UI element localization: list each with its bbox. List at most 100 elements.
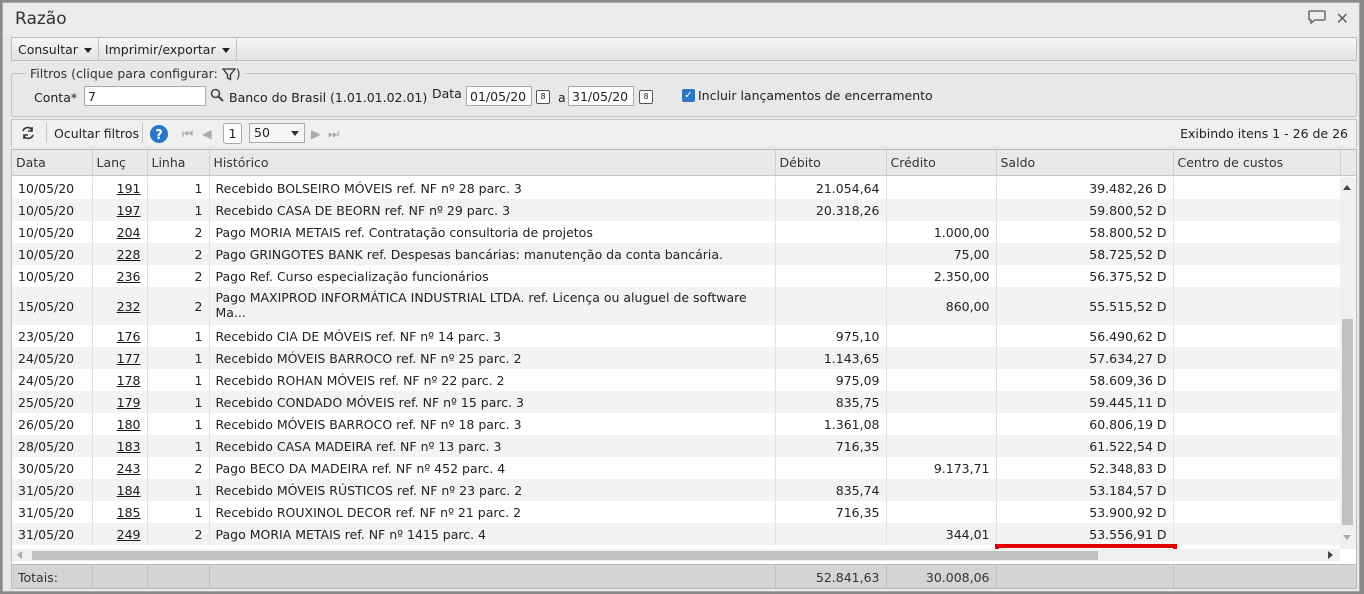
cell-lanc-link[interactable]: 176	[92, 325, 148, 347]
cell-data: 31/05/20	[12, 479, 93, 501]
page-number-input[interactable]: 1	[223, 123, 242, 144]
filter-icon[interactable]	[221, 68, 237, 81]
date-to-input[interactable]	[568, 86, 634, 106]
table-row[interactable]: 10/05/20 236 2 Pago Ref. Curso especializaç…	[12, 265, 1340, 287]
grid-body: 10/05/20 191 1 Recebido BOLSEIRO MÓVEIS ref…	[12, 177, 1340, 549]
page-size-select[interactable]: 50	[249, 123, 305, 143]
menu-imprimir-exportar[interactable]: Imprimir/exportar	[99, 38, 237, 60]
table-row[interactable]: 10/05/20 204 2 Pago MORIA METAIS ref. Contr…	[12, 221, 1340, 243]
table-row[interactable]: 31/05/20 249 2 Pago MORIA METAIS ref. NF nº…	[12, 523, 1340, 545]
calendar-icon[interactable]: 8	[536, 90, 550, 104]
column-header-credito[interactable]: Crédito	[886, 150, 997, 175]
cell-debito: 20.318,26	[775, 199, 887, 221]
cell-debito: 21.054,64	[775, 177, 887, 199]
cell-saldo: 53.556,91 D	[996, 523, 1174, 545]
conta-description: Banco do Brasil (1.01.01.02.01)	[229, 90, 428, 105]
totals-label: Totais:	[12, 565, 93, 588]
cell-debito: 835,74	[775, 479, 887, 501]
cell-lanc-link[interactable]: 177	[92, 347, 148, 369]
cell-historico: Recebido MÓVEIS RÚSTICOS ref. NF nº 23 p…	[209, 479, 776, 501]
table-row[interactable]: 31/05/20 185 1 Recebido ROUXINOL DECOR ref.…	[12, 501, 1340, 523]
menu-consultar[interactable]: Consultar	[12, 38, 99, 60]
conta-input[interactable]	[84, 86, 206, 106]
table-row[interactable]: 30/05/20 243 2 Pago BECO DA MADEIRA ref. NF…	[12, 457, 1340, 479]
cell-historico: Recebido CONDADO MÓVEIS ref. NF nº 15 pa…	[209, 391, 776, 413]
table-row[interactable]: 24/05/20 177 1 Recebido MÓVEIS BARROCO ref.…	[12, 347, 1340, 369]
table-row[interactable]: 10/05/20 228 2 Pago GRINGOTES BANK ref. Des…	[12, 243, 1340, 265]
hide-filters-button[interactable]: Ocultar filtros	[54, 126, 139, 141]
totals-row: Totais: 52.841,63 30.008,06	[12, 564, 1356, 588]
cell-lanc-link[interactable]: 197	[92, 199, 148, 221]
column-header-lanc[interactable]: Lanç	[92, 150, 148, 175]
cell-data: 31/05/20	[12, 501, 93, 523]
cell-lanc-link[interactable]: 183	[92, 435, 148, 457]
close-icon[interactable]: ✕	[1336, 9, 1349, 28]
column-header-linha[interactable]: Linha	[147, 150, 210, 175]
column-header-centro-custos[interactable]: Centro de custos	[1173, 150, 1341, 175]
cell-lanc-link[interactable]: 243	[92, 457, 148, 479]
cell-data: 25/05/20	[12, 391, 93, 413]
table-row[interactable]: 25/05/20 179 1 Recebido CONDADO MÓVEIS ref.…	[12, 391, 1340, 413]
cell-saldo: 39.482,26 D	[996, 177, 1174, 199]
table-row[interactable]: 10/05/20 197 1 Recebido CASA DE BEORN ref. …	[12, 199, 1340, 221]
cell-lanc-link[interactable]: 185	[92, 501, 148, 523]
column-header-data[interactable]: Data	[12, 150, 93, 175]
cell-linha: 1	[147, 369, 210, 391]
cell-lanc-link[interactable]: 204	[92, 221, 148, 243]
cell-centro-custos	[1173, 221, 1340, 243]
cell-centro-custos	[1173, 243, 1340, 265]
column-header-debito[interactable]: Débito	[775, 150, 887, 175]
cell-saldo: 58.609,36 D	[996, 369, 1174, 391]
totals-empty	[147, 565, 210, 588]
cell-lanc-link[interactable]: 178	[92, 369, 148, 391]
cell-linha: 1	[147, 391, 210, 413]
last-page-icon[interactable]: ⏭	[328, 126, 339, 142]
table-row[interactable]: 15/05/20 232 2 Pago MAXIPROD INFORMÁTICA IN…	[12, 287, 1340, 325]
prev-page-icon[interactable]: ◀	[202, 126, 212, 141]
vertical-scrollbar[interactable]	[1340, 177, 1356, 549]
cell-linha: 2	[147, 457, 210, 479]
scrollbar-thumb[interactable]	[1342, 319, 1353, 525]
first-page-icon[interactable]: ⏮	[182, 126, 193, 142]
cell-data: 31/05/20	[12, 523, 93, 545]
chat-icon[interactable]	[1307, 9, 1326, 28]
cell-credito	[886, 369, 997, 391]
column-header-saldo[interactable]: Saldo	[996, 150, 1174, 175]
table-row[interactable]: 10/05/20 191 1 Recebido BOLSEIRO MÓVEIS ref…	[12, 177, 1340, 199]
table-row[interactable]: 23/05/20 176 1 Recebido CIA DE MÓVEIS ref. …	[12, 325, 1340, 347]
scrollbar-thumb[interactable]	[32, 551, 1098, 560]
cell-saldo: 59.800,52 D	[996, 199, 1174, 221]
scroll-left-icon[interactable]	[17, 551, 22, 559]
scroll-right-icon[interactable]	[1328, 551, 1333, 559]
scroll-down-icon[interactable]	[1343, 535, 1351, 540]
table-row[interactable]: 28/05/20 183 1 Recebido CASA MADEIRA ref. N…	[12, 435, 1340, 457]
cell-lanc-link[interactable]: 180	[92, 413, 148, 435]
cell-lanc-link[interactable]: 184	[92, 479, 148, 501]
cell-lanc-link[interactable]: 191	[92, 177, 148, 199]
include-closing-label: Incluir lançamentos de encerramento	[698, 88, 933, 103]
chevron-down-icon	[83, 48, 92, 53]
cell-lanc-link[interactable]: 236	[92, 265, 148, 287]
help-icon[interactable]: ?	[149, 124, 169, 147]
cell-credito	[886, 199, 997, 221]
cell-lanc-link[interactable]: 232	[92, 287, 148, 325]
scroll-up-icon[interactable]	[1343, 185, 1351, 190]
horizontal-scrollbar[interactable]	[12, 549, 1340, 561]
table-row[interactable]: 31/05/20 184 1 Recebido MÓVEIS RÚSTICOS ref…	[12, 479, 1340, 501]
refresh-icon[interactable]	[20, 125, 36, 144]
filters-legend[interactable]: Filtros (clique para configurar: )	[26, 66, 245, 81]
table-row[interactable]: 26/05/20 180 1 Recebido MÓVEIS BARROCO ref.…	[12, 413, 1340, 435]
next-page-icon[interactable]: ▶	[311, 126, 321, 141]
include-closing-checkbox[interactable]: ✓	[682, 89, 695, 102]
cell-lanc-link[interactable]: 179	[92, 391, 148, 413]
table-row[interactable]: 24/05/20 178 1 Recebido ROHAN MÓVEIS ref. N…	[12, 369, 1340, 391]
search-icon[interactable]	[210, 88, 224, 105]
cell-lanc-link[interactable]: 249	[92, 523, 148, 545]
data-label: Data	[432, 86, 462, 101]
column-header-historico[interactable]: Histórico	[209, 150, 776, 175]
date-from-input[interactable]	[466, 86, 532, 106]
cell-linha: 1	[147, 199, 210, 221]
items-status: Exibindo itens 1 - 26 de 26	[1180, 126, 1348, 141]
calendar-icon[interactable]: 8	[639, 90, 653, 104]
cell-lanc-link[interactable]: 228	[92, 243, 148, 265]
